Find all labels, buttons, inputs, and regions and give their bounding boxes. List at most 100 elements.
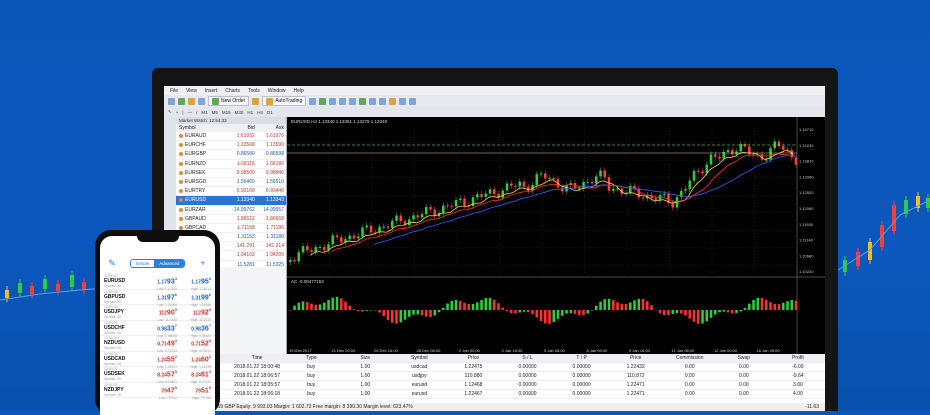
candle [692,170,696,181]
tab-simple[interactable]: Simple [131,260,155,267]
quote-row[interactable]: 12:54:33 USDCHF Spread: 30 0.98337 Low: 0.98… [100,320,215,338]
menu-item-charts[interactable]: Charts [225,88,240,94]
market-watch-row[interactable]: GBPAUD 1.86612 1.86668 [176,215,286,224]
timeframe-m30[interactable]: M30 [235,110,244,115]
vertical-line-icon[interactable]: | [182,110,183,115]
market-watch-row[interactable]: EURGBP 0.86580 0.86598 [176,150,286,160]
market-watch-row[interactable]: EURAUD 1.61932 1.61976 [176,132,286,142]
order-row[interactable]: 589247902018.01.22 18:06:57buy1.00usdjpy… [176,372,825,381]
quote-symbol-block: 12:54:33 USDCHF Spread: 30 [104,320,125,335]
bg-candle [82,282,86,290]
indicator-bar [446,303,449,310]
order-row[interactable]: 589247182018.01.22 18:00:48buy1.00usdcad… [176,363,825,372]
market-watch-row[interactable]: EURSGD 1.56465 1.56510 [176,178,286,188]
symbol-cell: EURAUD [176,132,228,140]
timeframe-m1[interactable]: M1 [201,110,207,115]
periods-icon[interactable] [399,97,407,105]
quote-row[interactable]: 12:54:33 GBPUSD Spread: 30 1.31976 Low: 1.31… [100,290,215,307]
column-header[interactable]: Commission [663,354,717,362]
menu-item-window[interactable]: Window [268,88,286,94]
edit-icon[interactable]: ✎ [107,258,117,269]
column-header[interactable]: Swap [717,354,771,362]
indicator-bar [620,303,624,310]
indicator-bar [701,310,704,324]
new-order-button[interactable]: New Order [208,96,250,106]
indicator-bar [361,310,364,312]
terminal-icon[interactable] [198,97,205,105]
bid-price: 0.71493 Low: 0.71313 [157,338,177,354]
menu-item-help[interactable]: Help [294,88,304,94]
timeframe-h1[interactable]: H1 [247,110,253,115]
market-watch-row[interactable]: EURNZD 1.68115 1.68180 [176,160,286,169]
menu-item-insert[interactable]: Insert [205,88,218,94]
meta-editor-icon[interactable] [252,97,260,105]
indicator-bar [680,310,683,314]
market-watch-row[interactable]: EURTRY 6.93160 6.93440 [176,187,286,197]
market-watch-row[interactable]: EURSEK 9.98500 9.98840 [176,169,286,178]
horizontal-line-icon[interactable]: — [188,110,193,115]
indicator-bar [709,310,713,318]
candle [607,177,611,191]
timeframe-h4[interactable]: H4 [257,110,263,115]
column-header[interactable]: Size [338,354,392,362]
ask-price: 79519 High: 79.768 [192,384,211,400]
order-cell: 0.00000 [572,391,591,397]
market-watch-row[interactable]: EURZAR 14.99762 14.99957 [176,206,286,215]
column-header[interactable]: Price [609,354,663,362]
tab-advanced[interactable]: Advanced [154,259,185,267]
column-header[interactable]: S / L [500,354,554,362]
menu-item-view[interactable]: View [186,88,197,94]
chart-shift-icon[interactable] [379,97,387,105]
timeframe-m5[interactable]: M5 [212,110,218,115]
column-header[interactable]: Price [446,354,500,362]
menu-item-file[interactable]: File [170,88,178,94]
column-header[interactable]: T / P [555,354,609,362]
order-row[interactable]: 589248262018.01.22 18:05:57buy1.00eurusd… [176,381,825,390]
profiles-icon[interactable] [178,97,185,105]
templates-icon[interactable] [409,97,417,105]
indicator-bar [429,310,432,317]
timeframe-d1[interactable]: D1 [267,110,273,115]
quote-row[interactable]: 12:54:33 NZDJPY Spread: 20 79479 Low: 79.212… [100,383,215,400]
candlestick-icon[interactable] [319,97,327,105]
phone-screen: ✎ Simple Advanced + 12:54:33 EURUSD Spread… [100,236,215,415]
cursor-icon[interactable]: ↖ [168,109,172,115]
column-header[interactable]: Type [284,354,338,362]
autoscroll-icon[interactable] [369,97,377,105]
order-cell: eurusd [411,382,427,388]
indicator-bar [777,304,781,310]
column-header[interactable]: Profit [771,354,825,362]
price-chart[interactable]: EURUSD,H4 1.13340 1.13361 1.13279 1.1334… [287,117,825,354]
indicators-icon[interactable] [389,97,397,105]
quote-row[interactable]: 12:54:33 EURUSD Spread: 30 1.17933 Low: 1.17… [100,274,215,291]
bar-chart-icon[interactable] [309,97,317,105]
column-header[interactable]: Symbol [392,354,446,362]
zoom-in-icon[interactable] [339,97,347,105]
price-axis-label: 1.11140 [799,238,814,243]
add-icon[interactable]: + [198,258,208,268]
market-watch-row[interactable]: EURUSD 1.13340 1.13343 [176,196,286,206]
crosshair-icon[interactable]: + [176,110,179,115]
terminal-header: OrderTimeTypeSizeSymbolPriceS / LT / PPr… [176,354,825,363]
indicator-bar [301,301,305,310]
quote-row[interactable]: 12:54:33 USDJPY Spread: 20 112909 Low: 112.4… [100,305,215,322]
navigator-icon[interactable] [188,97,195,105]
indicator-bar [731,310,734,314]
autotrading-button[interactable]: AutoTrading [262,96,307,106]
column-header[interactable]: Time [230,354,284,362]
market-watch-row[interactable]: EURCHF 1.13568 1.13590 [176,141,286,151]
menu-item-tools[interactable]: Tools [248,88,260,94]
trendline-icon[interactable]: / [196,110,197,115]
new-chart-icon[interactable] [168,97,175,105]
line-chart-icon[interactable] [329,97,337,105]
order-row[interactable]: 589248402018.01.22 18:06:18buy1.00eurusd… [176,390,825,399]
zoom-out-icon[interactable] [349,97,357,105]
quote-row[interactable]: 12:54:33 USDSEK Spread: 60 8.24573 Low: 8.22… [100,367,215,384]
mode-switch[interactable]: Simple Advanced [129,258,186,268]
indicator-bar [616,302,619,310]
quote-row[interactable]: 12:54:33 NZDUSD Spread: 40 0.71493 Low: 0.71… [100,336,215,354]
quote-row[interactable]: 12:54:33 USDCAD Spread: 40 1.24552 Low: 1.24… [100,352,215,369]
timeframe-m15[interactable]: M15 [222,110,231,115]
tile-windows-icon[interactable] [359,97,367,105]
indicator-bar [552,310,556,323]
